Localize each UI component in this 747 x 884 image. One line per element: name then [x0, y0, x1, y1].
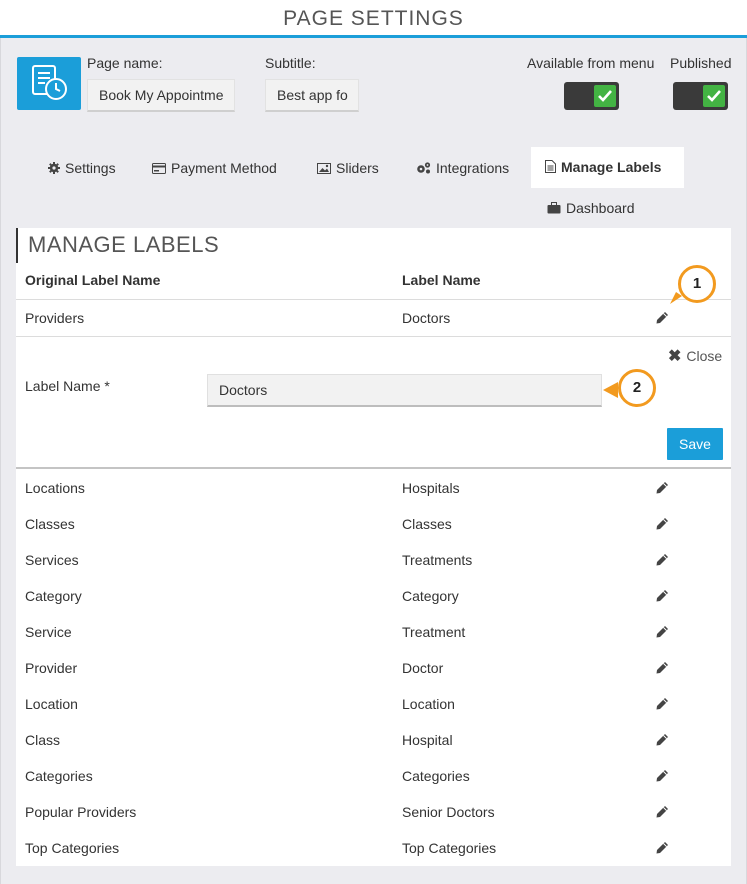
callout-1: 1	[678, 265, 716, 303]
row-original: Categories	[25, 768, 93, 784]
tab-manage-labels-label: Manage Labels	[561, 159, 662, 175]
row-label: Top Categories	[402, 840, 497, 856]
subtitle-input[interactable]: Best app fo	[265, 79, 359, 112]
row-label: Treatments	[402, 552, 473, 568]
row-label: Classes	[402, 516, 452, 532]
tab-integrations-label: Integrations	[436, 160, 510, 176]
app-icon[interactable]	[17, 57, 81, 110]
briefcase-icon	[547, 201, 561, 217]
row-label: Categories	[402, 768, 470, 784]
pencil-icon[interactable]	[655, 733, 669, 747]
tab-settings[interactable]: Settings	[48, 160, 116, 177]
manage-labels-panel	[16, 228, 731, 866]
save-button[interactable]: Save	[667, 428, 723, 460]
panel-title: MANAGE LABELS	[28, 232, 220, 257]
column-header-original: Original Label Name	[25, 272, 161, 288]
appointment-clock-icon	[32, 65, 67, 100]
edit-form-bottom-divider	[16, 467, 731, 469]
image-icon	[317, 161, 331, 177]
column-header-label: Label Name	[402, 272, 481, 288]
row-label: Hospitals	[402, 480, 460, 496]
tab-integrations[interactable]: Integrations	[416, 160, 509, 177]
subtitle-label: Subtitle:	[265, 55, 316, 71]
editing-row-original: Providers	[25, 310, 85, 326]
editing-row-label: Doctors	[402, 310, 451, 326]
label-name-input[interactable]: Doctors	[207, 374, 602, 407]
pencil-icon[interactable]	[655, 625, 669, 639]
row-original: Category	[25, 588, 82, 604]
row-original: Top Categories	[25, 840, 120, 856]
pencil-icon[interactable]	[655, 697, 669, 711]
tab-dashboard-label: Dashboard	[566, 200, 635, 216]
callout-2: 2	[618, 369, 656, 407]
row-label: Senior Doctors	[402, 804, 495, 820]
pencil-icon[interactable]	[655, 661, 669, 675]
file-text-icon	[545, 160, 556, 176]
row-label: Treatment	[402, 624, 466, 640]
header-divider	[16, 299, 731, 300]
pencil-icon[interactable]	[655, 769, 669, 783]
tab-sliders[interactable]: Sliders	[317, 160, 379, 177]
row-label: Doctor	[402, 660, 444, 676]
pencil-icon[interactable]	[655, 841, 669, 855]
gear-icon	[48, 161, 60, 177]
page-title: PAGE SETTINGS	[283, 7, 464, 30]
pencil-icon[interactable]	[655, 805, 669, 819]
page-name-label: Page name:	[87, 55, 163, 71]
close-icon: ✖	[668, 348, 682, 365]
published-label: Published	[670, 55, 732, 71]
tab-payment-method[interactable]: Payment Method	[152, 160, 277, 177]
row-original: Class	[25, 732, 61, 748]
pencil-icon[interactable]	[655, 481, 669, 495]
published-toggle[interactable]	[673, 82, 728, 110]
page-name-input[interactable]: Book My Appointme	[87, 79, 235, 112]
edit-form-divider	[16, 336, 731, 337]
check-icon	[598, 90, 612, 102]
pencil-icon[interactable]	[655, 311, 669, 325]
title-bar: PAGE SETTINGS	[0, 0, 747, 38]
credit-card-icon	[152, 161, 166, 177]
row-original: Provider	[25, 660, 78, 676]
pencil-icon[interactable]	[655, 553, 669, 567]
row-original: Classes	[25, 516, 75, 532]
row-label: Location	[402, 696, 455, 712]
tab-payment-method-label: Payment Method	[171, 160, 277, 176]
tab-manage-labels[interactable]: Manage Labels	[531, 147, 684, 188]
row-original: Service	[25, 624, 72, 640]
pencil-icon[interactable]	[655, 517, 669, 531]
panel-edge	[16, 228, 18, 263]
close-label: Close	[686, 348, 723, 364]
row-original: Locations	[25, 480, 85, 496]
row-label: Category	[402, 588, 459, 604]
available-from-menu-label: Available from menu	[527, 55, 655, 71]
row-label: Hospital	[402, 732, 453, 748]
row-original: Location	[25, 696, 78, 712]
label-name-field-label: Label Name *	[25, 378, 110, 394]
available-from-menu-toggle[interactable]	[564, 82, 619, 110]
gears-icon	[416, 161, 431, 177]
row-original: Services	[25, 552, 79, 568]
tab-sliders-label: Sliders	[336, 160, 379, 176]
tab-dashboard[interactable]: Dashboard	[547, 200, 635, 217]
tab-settings-label: Settings	[65, 160, 116, 176]
check-icon	[707, 90, 721, 102]
row-original: Popular Providers	[25, 804, 137, 820]
pencil-icon[interactable]	[655, 589, 669, 603]
close-button[interactable]: ✖ Close	[668, 346, 722, 366]
